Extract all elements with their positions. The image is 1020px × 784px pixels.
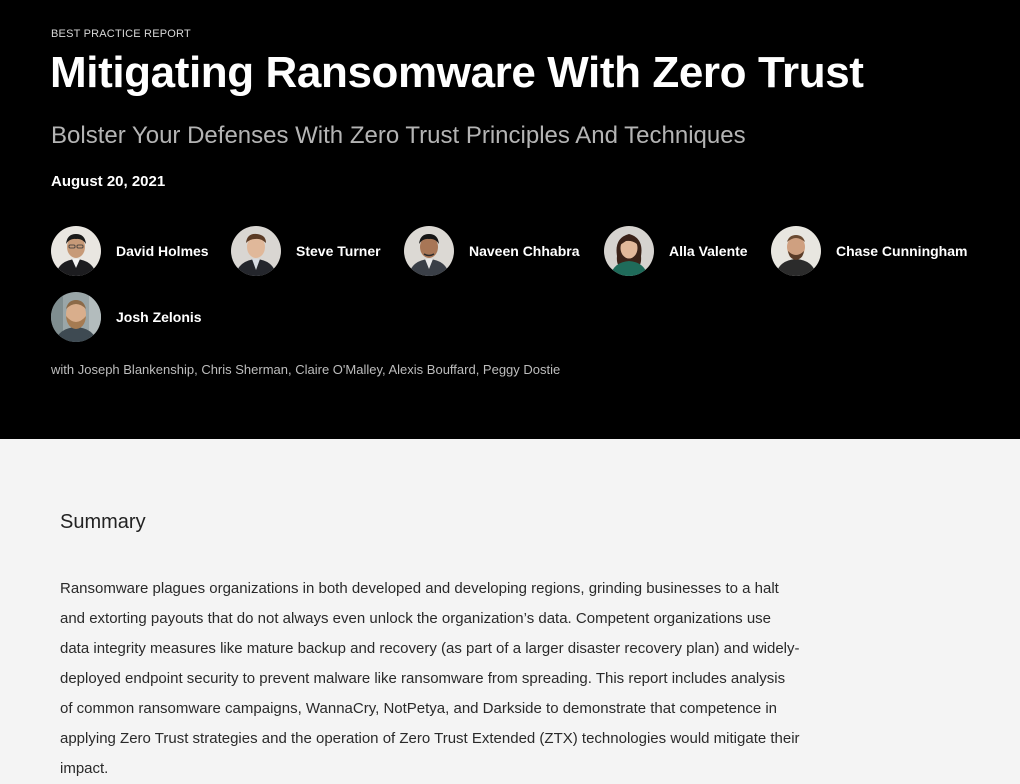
author-link-david-holmes[interactable]: David Holmes — [51, 226, 209, 276]
author-name: Josh Zelonis — [116, 309, 202, 325]
author-avatar — [604, 226, 654, 276]
report-subtitle: Bolster Your Defenses With Zero Trust Pr… — [51, 122, 746, 149]
author-link-chase-cunningham[interactable]: Chase Cunningham — [771, 226, 967, 276]
author-link-naveen-chhabra[interactable]: Naveen Chhabra — [404, 226, 579, 276]
author-link-josh-zelonis[interactable]: Josh Zelonis — [51, 292, 202, 342]
author-avatar — [404, 226, 454, 276]
author-name: Alla Valente — [669, 243, 748, 259]
author-avatar — [231, 226, 281, 276]
author-name: David Holmes — [116, 243, 209, 259]
publish-date: August 20, 2021 — [51, 173, 166, 190]
contributors-line: with Joseph Blankenship, Chris Sherman, … — [51, 362, 561, 377]
author-avatar — [51, 292, 101, 342]
report-type-label: BEST PRACTICE REPORT — [51, 28, 191, 40]
report-header: BEST PRACTICE REPORT Mitigating Ransomwa… — [0, 0, 1020, 439]
summary-section: Summary Ransomware plagues organizations… — [0, 439, 1020, 782]
author-avatar — [51, 226, 101, 276]
author-link-alla-valente[interactable]: Alla Valente — [604, 226, 748, 276]
report-title: Mitigating Ransomware With Zero Trust — [50, 48, 864, 97]
author-name: Chase Cunningham — [836, 243, 968, 259]
author-name: Steve Turner — [296, 243, 381, 259]
summary-body: Ransomware plagues organizations in both… — [60, 580, 800, 777]
author-link-steve-turner[interactable]: Steve Turner — [231, 226, 381, 276]
summary-heading: Summary — [60, 511, 146, 533]
author-avatar — [771, 226, 821, 276]
author-name: Naveen Chhabra — [469, 243, 580, 259]
